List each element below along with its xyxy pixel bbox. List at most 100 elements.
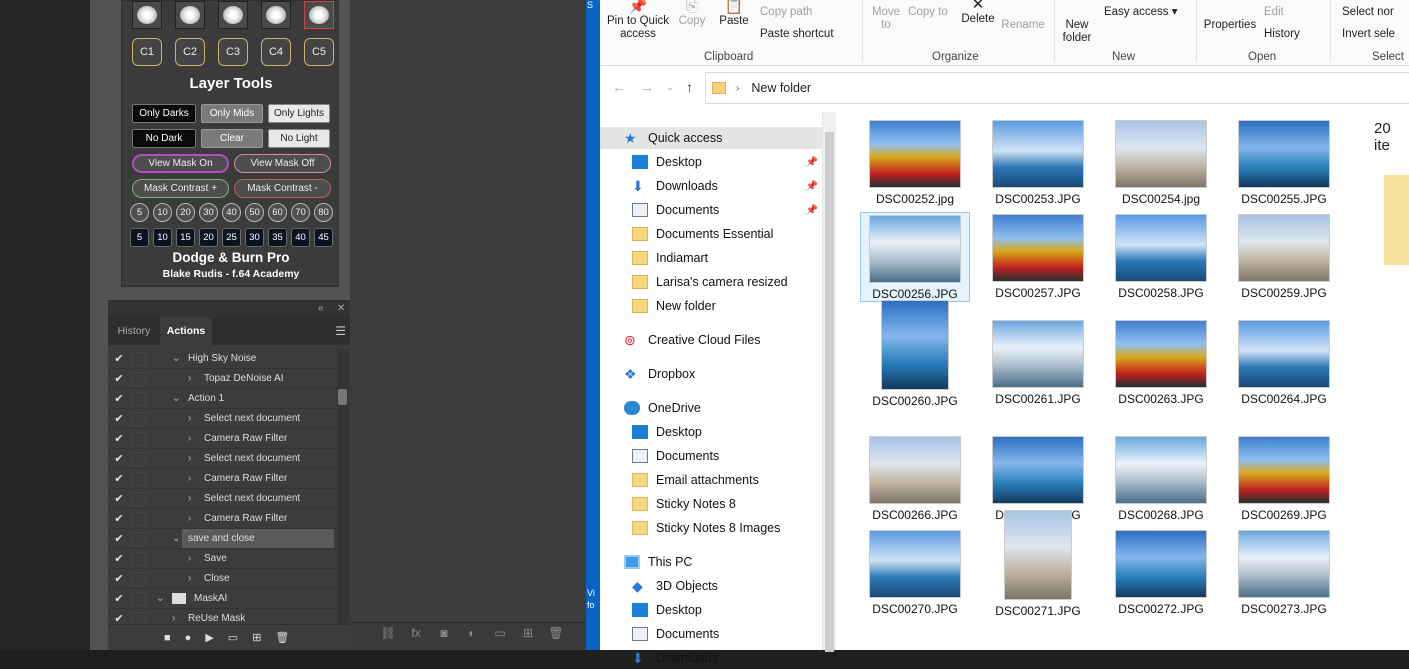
file-thumbnail[interactable]: DSC00267.JPG [983,424,1093,522]
action-checkmark-icon[interactable]: ✔ [108,452,130,465]
file-thumbnail[interactable]: DSC00257.JPG [983,212,1093,300]
properties-button[interactable]: Properties [1200,19,1260,32]
file-thumbnail[interactable]: DSC00263.JPG [1106,308,1216,406]
file-thumbnail[interactable]: DSC00270.JPG [860,518,970,616]
nav-item[interactable]: Desktop [600,421,822,443]
back-arrow-icon[interactable]: ← [612,79,626,95]
expand-chevron-down-icon[interactable]: ⌄ [172,393,180,404]
rename-button[interactable]: Rename [1000,19,1046,32]
action-checkmark-icon[interactable]: ✔ [108,352,130,365]
action-checkmark-icon[interactable]: ✔ [108,412,130,425]
nav-item[interactable]: Larisa's camera resized [600,271,822,293]
action-row[interactable]: ✔ ⌄ MaskAI [108,589,350,609]
expand-chevron-right-icon[interactable]: › [188,493,191,504]
opacity-button[interactable]: 5 [130,203,149,222]
collapse-panel-icon[interactable]: « [318,303,324,314]
action-row[interactable]: ✔ › Save [108,549,350,569]
nav-item[interactable]: Documents Essential [600,223,822,245]
pin-icon[interactable]: 📌 [806,157,818,168]
dialog-toggle-box[interactable] [132,551,146,566]
link-layers-icon[interactable]: ⛓ [380,626,396,640]
nav-item[interactable]: Documents [600,445,822,467]
no-light-button[interactable]: No Light [268,129,330,148]
flow-button[interactable]: 15 [176,228,195,247]
nav-item[interactable]: Desktop 📌 [600,151,822,173]
channel-button-c3[interactable]: C3 [218,38,248,66]
flow-button[interactable]: 35 [268,228,287,247]
play-icon[interactable]: ▶ [205,631,213,644]
expand-chevron-right-icon[interactable]: › [188,553,191,564]
record-icon[interactable]: ● [185,632,192,644]
dialog-toggle-box[interactable] [132,431,146,446]
flow-button[interactable]: 25 [222,228,241,247]
dialog-toggle-box[interactable] [132,591,146,606]
add-mask-icon[interactable]: ◙ [436,626,452,640]
file-thumbnail[interactable]: DSC00273.JPG [1229,518,1339,616]
mask-contrast-plus-button[interactable]: Mask Contrast + [132,179,229,198]
action-checkmark-icon[interactable]: ✔ [108,512,130,525]
tab-history[interactable]: History [108,317,160,345]
copy-button[interactable]: ⎘ Copy [674,0,710,28]
group-folder-icon[interactable]: ▭ [492,626,508,640]
flow-button[interactable]: 5 [130,228,149,247]
flow-button[interactable]: 40 [291,228,310,247]
expand-chevron-down-icon[interactable]: ⌄ [172,533,180,544]
action-checkmark-icon[interactable]: ✔ [108,592,130,605]
opacity-button[interactable]: 30 [199,203,218,222]
file-thumbnail[interactable]: DSC00258.JPG [1106,212,1216,300]
action-row[interactable]: ✔ › ReUse Mask [108,609,350,625]
nav-item[interactable]: Desktop [600,599,822,621]
navigation-pane-scrollbar[interactable] [822,112,836,652]
opacity-button[interactable]: 20 [176,203,195,222]
action-row[interactable]: ✔ › Close [108,569,350,589]
action-row[interactable]: ✔ › Topaz DeNoise AI [108,369,350,389]
expand-chevron-right-icon[interactable]: › [172,613,175,624]
panel-menu-icon[interactable]: ☰ [335,324,346,338]
pin-to-quick-access-button[interactable]: 📌 Pin to Quick access [605,0,671,41]
file-thumbnail[interactable]: DSC00264.JPG [1229,308,1339,406]
action-row[interactable]: ✔ ⌄ save and close [108,529,350,549]
stop-icon[interactable]: ■ [164,632,171,644]
no-dark-button[interactable]: No Dark [132,129,196,148]
action-row[interactable]: ✔ › Camera Raw Filter [108,509,350,529]
dialog-toggle-box[interactable] [132,451,146,466]
edit-button[interactable]: Edit [1264,6,1314,19]
channel-button-c1[interactable]: C1 [132,38,162,66]
brush-swatch-1[interactable] [132,1,162,29]
nav-item[interactable]: OneDrive [600,397,822,419]
action-checkmark-icon[interactable]: ✔ [108,372,130,385]
expand-chevron-right-icon[interactable]: › [188,513,191,524]
copy-path-button[interactable]: Copy path [760,6,840,19]
brush-swatch-2[interactable] [175,1,205,29]
new-folder-button[interactable]: New folder [1058,19,1096,45]
invert-selection-button[interactable]: Invert sele [1342,28,1409,41]
action-row[interactable]: ✔ › Select next document [108,449,350,469]
expand-chevron-right-icon[interactable]: › [188,473,191,484]
action-checkmark-icon[interactable]: ✔ [108,472,130,485]
tab-actions[interactable]: Actions [160,317,212,345]
brush-swatch-3[interactable] [218,1,248,29]
nav-item[interactable]: ❖ Dropbox [600,363,822,385]
dialog-toggle-box[interactable] [132,491,146,506]
new-layer-icon[interactable]: ⊞ [520,626,536,640]
dialog-toggle-box[interactable] [132,411,146,426]
file-thumbnail[interactable]: DSC00255.JPG [1229,118,1339,206]
nav-item[interactable]: ★ Quick access [600,127,822,149]
pin-icon[interactable]: 📌 [806,205,818,216]
flow-button[interactable]: 10 [153,228,172,247]
file-thumbnail[interactable]: DSC00272.JPG [1106,518,1216,616]
file-thumbnail[interactable]: DSC00266.JPG [860,424,970,522]
action-checkmark-icon[interactable]: ✔ [108,492,130,505]
pin-icon[interactable]: 📌 [806,181,818,192]
brush-swatch-4[interactable] [261,1,291,29]
expand-chevron-right-icon[interactable]: › [188,573,191,584]
opacity-button[interactable]: 40 [222,203,241,222]
channel-button-c4[interactable]: C4 [261,38,291,66]
view-mask-on-button[interactable]: View Mask On [132,154,229,173]
close-panel-icon[interactable]: ✕ [337,303,345,314]
expand-chevron-down-icon[interactable]: ⌄ [172,353,180,364]
action-checkmark-icon[interactable]: ✔ [108,572,130,585]
only-lights-button[interactable]: Only Lights [268,104,330,123]
action-list-scroll-thumb[interactable] [338,389,347,405]
action-row[interactable]: ✔ › Select next document [108,489,350,509]
